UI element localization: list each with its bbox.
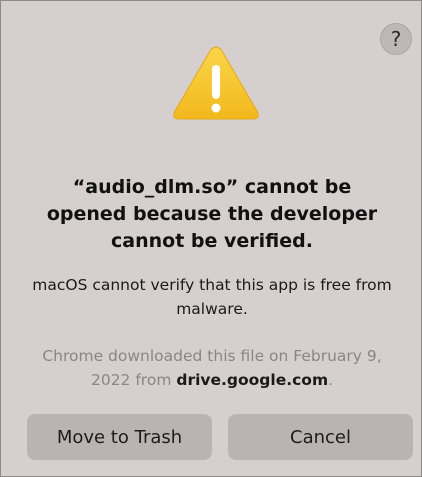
warning-triangle-icon	[173, 46, 259, 120]
dialog-title: “audio_dlm.so” cannot be opened because …	[46, 176, 378, 252]
cancel-button[interactable]: Cancel	[228, 414, 413, 460]
move-to-trash-button[interactable]: Move to Trash	[27, 414, 212, 460]
security-alert-dialog: ? “audio_dlm.so” cannot be opened becaus…	[0, 0, 422, 477]
download-info: Chrome downloaded this file on February …	[23, 344, 401, 392]
help-label: ?	[390, 27, 402, 51]
dialog-message: macOS cannot verify that this app is fre…	[32, 276, 392, 318]
help-button[interactable]: ?	[380, 23, 412, 55]
download-info-suffix: .	[328, 371, 334, 389]
download-source-domain: drive.google.com	[176, 371, 329, 389]
move-to-trash-label: Move to Trash	[56, 426, 183, 448]
cancel-label: Cancel	[290, 426, 351, 448]
